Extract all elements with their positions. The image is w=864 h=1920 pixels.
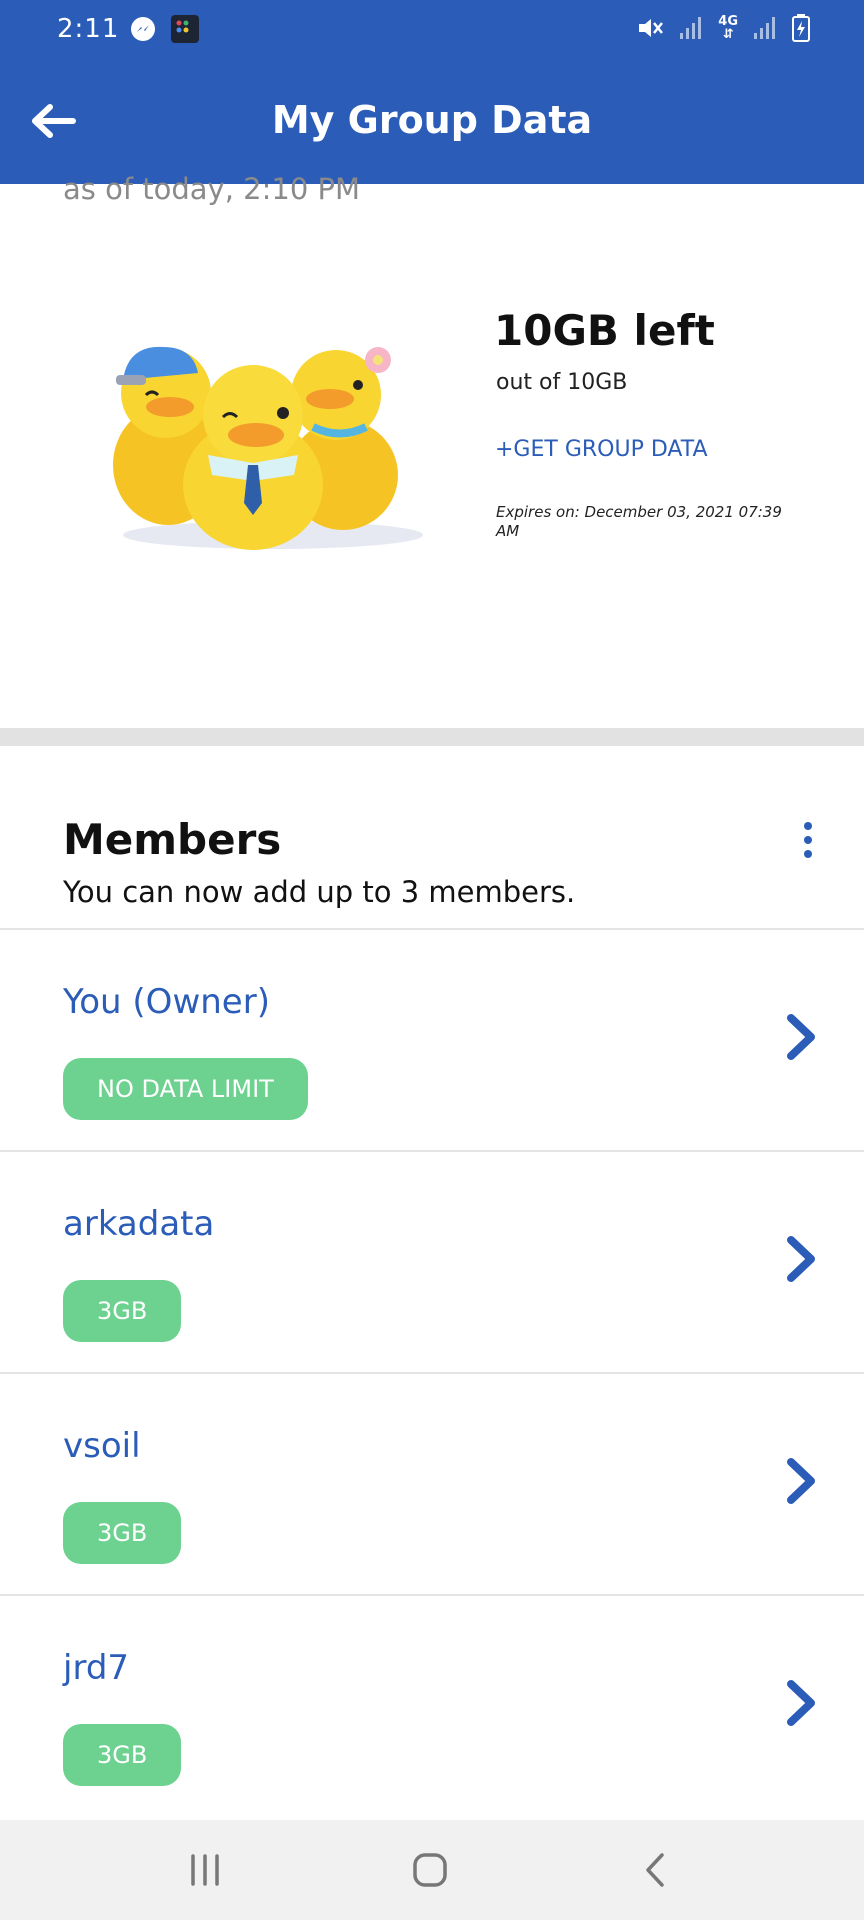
get-group-data-link[interactable]: +GET GROUP DATA [495, 437, 708, 462]
recent-apps-icon [191, 1854, 219, 1886]
recent-apps-button[interactable] [175, 1846, 235, 1894]
member-limit-badge: 3GB [63, 1502, 182, 1564]
network-type-label: 4G [718, 14, 738, 29]
member-name: vsoil [63, 1426, 141, 1466]
home-button[interactable] [400, 1846, 460, 1894]
status-left-icons [130, 14, 200, 44]
home-icon [413, 1853, 447, 1887]
chevron-right-icon [787, 1014, 815, 1060]
status-right-icons: 4G ⇵ [636, 14, 810, 42]
mute-icon [636, 14, 664, 42]
chevron-left-icon [646, 1853, 664, 1887]
expiry-date: Expires on: December 03, 2021 07:39 AM [496, 503, 782, 540]
chevron-right-icon [787, 1236, 815, 1282]
member-row[interactable]: You (Owner) NO DATA LIMIT [0, 930, 864, 1150]
signal-icon-2 [752, 15, 778, 41]
more-vert-icon-dot [804, 822, 812, 830]
member-row[interactable]: arkadata 3GB [0, 1152, 864, 1372]
member-limit-badge: 3GB [63, 1280, 182, 1342]
ducks-illustration [108, 335, 428, 555]
system-back-button[interactable] [625, 1846, 685, 1894]
page-title: My Group Data [271, 98, 593, 142]
data-left-amount: 10GB left [494, 306, 715, 355]
app-notification-icon [170, 14, 200, 44]
member-row[interactable]: vsoil 3GB [0, 1374, 864, 1594]
chevron-right-icon [787, 1458, 815, 1504]
members-title: Members [63, 815, 282, 864]
as-of-timestamp: as of today, 2:10 PM [63, 172, 361, 206]
app-bar: 2:11 4G ⇵ My Group Data [0, 0, 864, 184]
section-divider [0, 728, 864, 746]
data-total: out of 10GB [496, 370, 628, 395]
more-vert-icon-dot [804, 850, 812, 858]
chevron-right-icon [787, 1680, 815, 1726]
messenger-icon [130, 16, 156, 42]
system-nav-bar [0, 1820, 864, 1920]
member-name: jrd7 [63, 1648, 130, 1688]
more-vert-icon-dot [804, 836, 812, 844]
network-type-icon: 4G ⇵ [718, 14, 738, 42]
member-name: You (Owner) [63, 982, 270, 1022]
screen: 2:11 4G ⇵ My Group Data as of today, 2:1… [0, 0, 864, 1920]
members-subtitle: You can now add up to 3 members. [63, 875, 576, 909]
more-options-button[interactable] [790, 818, 826, 862]
member-limit-badge: NO DATA LIMIT [63, 1058, 308, 1120]
member-name: arkadata [63, 1204, 215, 1244]
member-limit-badge: 3GB [63, 1724, 182, 1786]
signal-icon [678, 15, 704, 41]
battery-charging-icon [792, 14, 810, 42]
status-time: 2:11 [57, 14, 120, 44]
member-row[interactable]: jrd7 3GB [0, 1596, 864, 1816]
